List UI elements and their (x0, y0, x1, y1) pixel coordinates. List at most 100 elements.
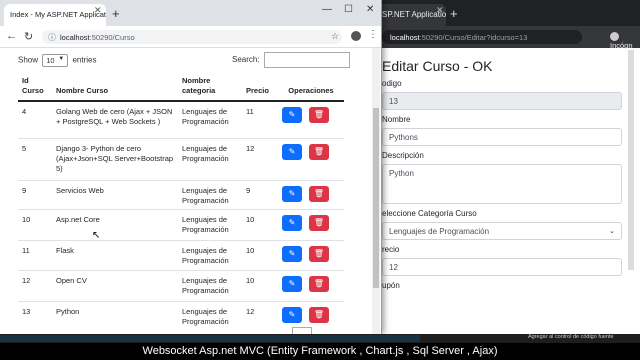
descripcion-label: Descripción (382, 151, 424, 160)
pencil-icon: ✎ (288, 188, 296, 198)
cell-categoria: Lenguajes de Programación (178, 208, 242, 240)
cell-precio: 11 (242, 100, 278, 138)
tab-close-icon[interactable]: ✕ (94, 5, 102, 16)
precio-field[interactable]: 12 (382, 258, 622, 276)
delete-button[interactable]: 🗑 (309, 306, 329, 323)
edit-button[interactable]: ✎ (282, 245, 302, 262)
video-caption: Websocket Asp.net MVC (Entity Framework … (0, 343, 640, 360)
search-label: Search: (232, 55, 260, 65)
cell-operaciones: ✎ 🗑 (278, 239, 344, 270)
entries-value: 10 (46, 56, 55, 65)
pagination-next[interactable] (292, 327, 312, 334)
edit-button[interactable]: ✎ (282, 214, 302, 231)
cell-precio: 12 (242, 300, 278, 331)
codigo-label: odigo (382, 79, 402, 88)
course-list-browser-window: Index - My ASP.NET Application ✕ + — ☐ ✕… (0, 0, 382, 334)
page-length-control: Show 10 ▼ entries (18, 54, 97, 67)
edit-button[interactable]: ✎ (282, 275, 302, 292)
table-row: 5 Django 3- Python de cero (Ajax+Json+SQ… (18, 137, 344, 180)
maximize-icon[interactable]: ☐ (344, 4, 353, 15)
url-field[interactable]: localhost:50290/Curso/Editar?idcurso=13 (382, 30, 582, 44)
tab-bar: Index - My ASP.NET Application ✕ + — ☐ ✕ (0, 0, 381, 26)
trash-icon: 🗑 (313, 188, 325, 198)
categoria-selected: Lenguajes de Programación (389, 227, 490, 236)
column-header-nombre[interactable]: Nombre Curso (52, 73, 178, 102)
pencil-icon: ✎ (288, 146, 296, 156)
url-path: :50290/Curso/Editar?idcurso=13 (419, 33, 528, 42)
column-header-id[interactable]: Id Curso (18, 73, 52, 102)
descripcion-field[interactable]: Python (382, 164, 622, 204)
table-row: 12 Open CV Lenguajes de Programación 10 … (18, 269, 344, 301)
entries-select[interactable]: 10 ▼ (42, 54, 69, 67)
cell-precio: 10 (242, 208, 278, 240)
cell-precio: 10 (242, 239, 278, 270)
delete-button[interactable]: 🗑 (309, 214, 329, 231)
table-header-row: Id Curso Nombre Curso Nombre categoria P… (18, 73, 344, 102)
cupon-label: upón (382, 281, 400, 290)
scrollbar[interactable] (372, 48, 380, 334)
cell-operaciones: ✎ 🗑 (278, 208, 344, 240)
trash-icon: 🗑 (313, 309, 325, 319)
table-row: 10 Asp.net Core Lenguajes de Programació… (18, 208, 344, 240)
delete-button[interactable]: 🗑 (309, 107, 329, 123)
tab-course-index[interactable]: Index - My ASP.NET Application (4, 4, 106, 26)
column-header-precio[interactable]: Precio (242, 73, 278, 102)
table-row: 11 Flask Lenguajes de Programación 10 ✎ 🗑 (18, 239, 344, 270)
new-tab-icon[interactable]: + (450, 6, 458, 21)
cell-precio: 10 (242, 269, 278, 301)
minimize-icon[interactable]: — (322, 4, 332, 15)
cell-nombre: Asp.net Core (52, 208, 178, 240)
cell-id: 4 (18, 100, 52, 138)
url-path: :50290/Curso (89, 33, 135, 42)
codigo-field: 13 (382, 92, 622, 110)
cell-nombre: Django 3- Python de cero (Ajax+Json+SQL … (52, 137, 178, 180)
address-bar: ← ↻ ⓘ localhost:50290/Curso ☆ ⋮ (0, 26, 381, 48)
profile-avatar-icon[interactable] (351, 31, 361, 41)
cell-id: 10 (18, 208, 52, 240)
column-header-operaciones: Operaciones (278, 73, 344, 102)
delete-button[interactable]: 🗑 (309, 143, 329, 160)
kebab-menu-icon[interactable]: ⋮ (368, 29, 378, 40)
new-tab-icon[interactable]: + (112, 6, 120, 21)
cell-id: 12 (18, 269, 52, 301)
courses-table: Id Curso Nombre Curso Nombre categoria P… (18, 73, 344, 331)
address-bar: localhost:50290/Curso/Editar?idcurso=13 … (346, 26, 640, 50)
cell-categoria: Lenguajes de Programación (178, 137, 242, 180)
source-control-note[interactable]: Agregar al control de código fuente (528, 334, 614, 340)
tab-close-icon[interactable]: ✕ (436, 5, 444, 16)
url-host: localhost (390, 33, 420, 42)
cell-id: 13 (18, 300, 52, 331)
edit-button[interactable]: ✎ (282, 185, 302, 202)
back-icon[interactable]: ← (6, 30, 17, 42)
column-header-categoria[interactable]: Nombre categoria (178, 73, 242, 102)
close-window-icon[interactable]: ✕ (366, 4, 374, 15)
cell-nombre: Golang Web de cero (Ajax + JSON + Postgr… (52, 100, 178, 138)
edit-button[interactable]: ✎ (282, 143, 302, 160)
reload-icon[interactable]: ↻ (24, 30, 33, 43)
edit-course-browser-window: SP.NET Application ✕ + localhost:50290/C… (346, 0, 640, 334)
search-input[interactable] (263, 52, 350, 68)
scrollbar-thumb[interactable] (373, 108, 379, 288)
page-title: Editar Curso - OK (382, 58, 493, 74)
edit-button[interactable]: ✎ (282, 107, 302, 123)
cell-nombre: Python (52, 300, 178, 331)
delete-button[interactable]: 🗑 (309, 275, 329, 292)
pencil-icon: ✎ (288, 217, 296, 227)
incognito-badge[interactable]: Incógn (610, 31, 640, 50)
url-field[interactable]: ⓘ localhost:50290/Curso (42, 30, 342, 44)
cell-categoria: Lenguajes de Programación (178, 179, 242, 209)
delete-button[interactable]: 🗑 (309, 245, 329, 262)
bookmark-star-icon[interactable]: ☆ (331, 31, 339, 42)
edit-button[interactable]: ✎ (282, 306, 302, 323)
pencil-icon: ✎ (288, 110, 296, 119)
tab-title: Index - My ASP.NET Application (10, 10, 106, 19)
cell-nombre: Servicios Web (52, 179, 178, 209)
chevron-down-icon: ▼ (58, 56, 65, 62)
scrollbar[interactable] (628, 50, 634, 270)
cell-nombre: Flask (52, 239, 178, 270)
categoria-select[interactable]: Lenguajes de Programación ⌄ (382, 222, 622, 240)
delete-button[interactable]: 🗑 (309, 185, 329, 202)
cell-operaciones: ✎ 🗑 (278, 100, 344, 138)
nombre-field[interactable]: Pythons (382, 128, 622, 146)
cell-precio: 12 (242, 137, 278, 180)
